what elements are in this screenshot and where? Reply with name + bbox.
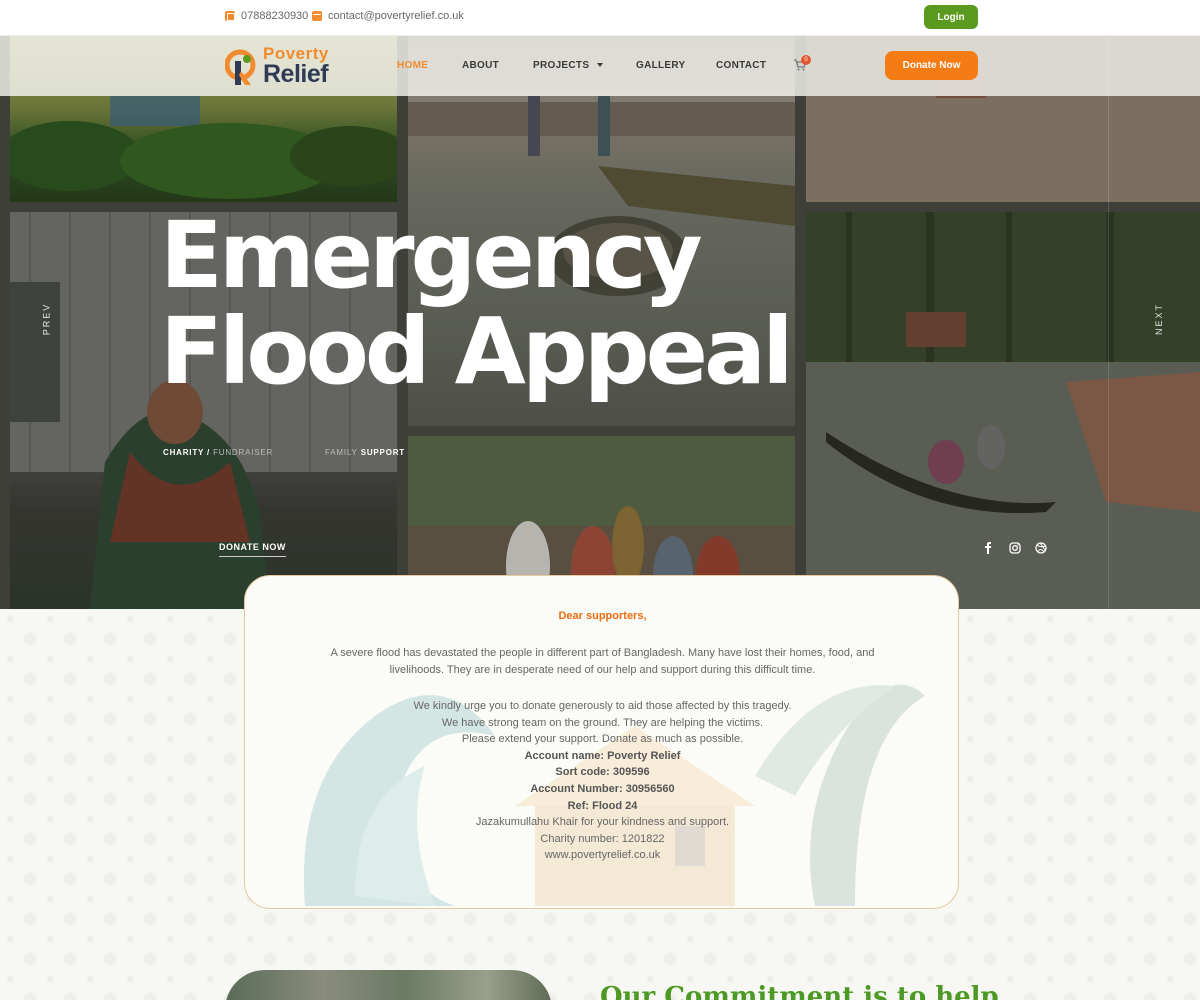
instagram-icon[interactable]: [1009, 542, 1021, 554]
nav-home[interactable]: HOME: [397, 60, 428, 71]
email-address[interactable]: contact@povertyrelief.co.uk: [328, 10, 464, 22]
next-slide-button[interactable]: NEXT: [1154, 303, 1164, 335]
nav-contact[interactable]: CONTACT: [716, 60, 766, 71]
sort-code: Sort code: 309596: [555, 766, 650, 779]
main-navbar: Poverty Relief HOME ABOUT PROJECTS GALLE…: [0, 36, 1200, 96]
prev-slide-button[interactable]: PREV: [41, 303, 51, 336]
website-link[interactable]: www.povertyrelief.co.uk: [245, 847, 958, 864]
hero-donate-link[interactable]: DONATE NOW: [219, 542, 286, 557]
tag-support[interactable]: SUPPORT: [361, 448, 405, 457]
letter-line-3: Please extend your support. Donate as mu…: [461, 733, 744, 746]
commitment-image: [225, 970, 552, 1000]
chevron-down-icon: [597, 63, 604, 68]
letter-body: We kindly urge you to donate generously …: [245, 698, 958, 864]
site-logo[interactable]: Poverty Relief: [225, 44, 350, 89]
letter-thanks: Jazakumullahu Khair for your kindness an…: [475, 816, 730, 829]
phone-contact[interactable]: 07888230930: [225, 10, 308, 22]
appeal-letter-card: Dear supporters, A severe flood has deva…: [244, 575, 959, 909]
account-number: Account Number: 30956560: [530, 782, 675, 795]
hero-tags-category: CHARITY / FUNDRAISER: [163, 448, 273, 457]
nav-about[interactable]: ABOUT: [462, 60, 499, 71]
logo-mark-icon: [225, 49, 256, 85]
hero-divider-line: [1108, 36, 1109, 609]
letter-line-1: We kindly urge you to donate generously …: [413, 700, 792, 712]
charity-number: Charity number: 1201822: [540, 832, 665, 845]
phone-number[interactable]: 07888230930: [241, 10, 308, 22]
mail-icon: [312, 11, 322, 21]
facebook-icon[interactable]: [982, 542, 994, 554]
tag-fundraiser[interactable]: FUNDRAISER: [213, 448, 273, 457]
cart-count-badge: 0: [801, 55, 811, 65]
email-contact[interactable]: contact@povertyrelief.co.uk: [312, 10, 464, 22]
tag-charity[interactable]: CHARITY: [163, 448, 204, 457]
nav-projects[interactable]: PROJECTS: [533, 60, 604, 71]
hero-tags-support: FAMILY SUPPORT: [325, 448, 405, 457]
top-bar: 07888230930 contact@povertyrelief.co.uk …: [0, 0, 1200, 36]
hero-title-line2: Flood Appeal: [160, 298, 794, 405]
payment-reference: Ref: Flood 24: [567, 799, 638, 812]
letter-paragraph-1: A severe flood has devastated the people…: [330, 647, 875, 676]
donate-now-button[interactable]: Donate Now: [885, 51, 978, 80]
commitment-heading: Our Commitment is to help: [600, 982, 999, 1000]
dribbble-icon[interactable]: [1035, 542, 1047, 554]
phone-icon: [225, 11, 235, 21]
hero-title-line1: Emergency: [160, 202, 703, 309]
account-name: Account name: Poverty Relief: [524, 749, 681, 762]
nav-projects-label: PROJECTS: [533, 60, 590, 71]
hero-title: Emergency Flood Appeal: [160, 208, 860, 400]
hero-section: Emergency Flood Appeal PREV NEXT CHARITY…: [0, 36, 1200, 609]
letter-line-2: We have strong team on the ground. They …: [441, 716, 764, 729]
nav-gallery[interactable]: GALLERY: [636, 60, 686, 71]
login-button[interactable]: Login: [924, 5, 978, 29]
letter-greeting: Dear supporters,: [558, 610, 647, 622]
tag-family[interactable]: FAMILY: [325, 448, 358, 457]
tag-separator: /: [204, 448, 214, 457]
logo-text-relief: Relief: [263, 60, 329, 88]
